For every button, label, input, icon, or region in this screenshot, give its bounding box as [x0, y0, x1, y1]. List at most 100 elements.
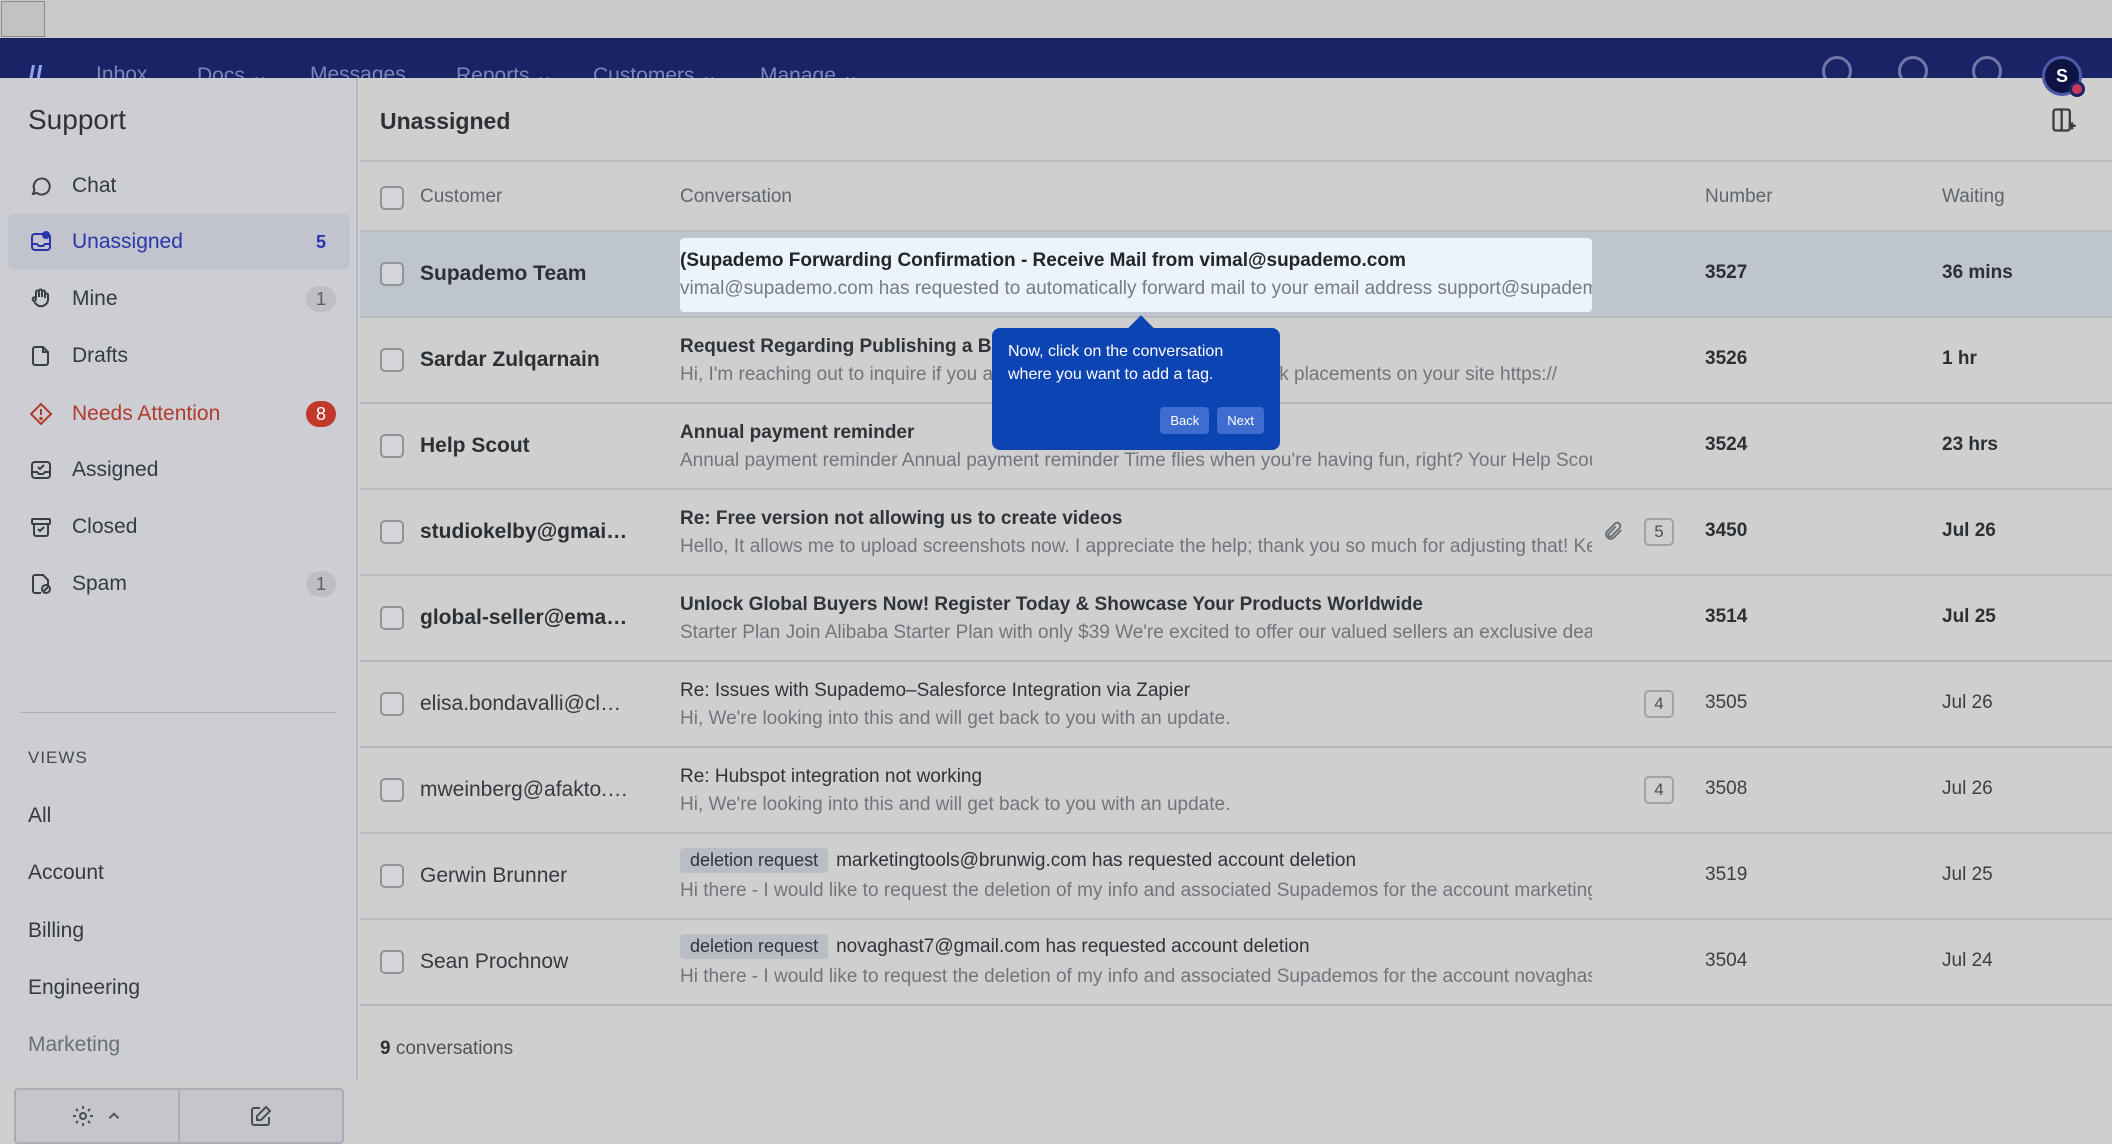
main-panel: Unassigned Customer Conversation Number …: [360, 78, 2112, 1080]
conversation-number: 3505: [1705, 692, 1748, 713]
row-checkbox[interactable]: [380, 950, 404, 974]
row-checkbox[interactable]: [380, 778, 404, 802]
conversation-subject: Re: Free version not allowing us to crea…: [680, 508, 1123, 529]
app-logo-icon[interactable]: //: [28, 60, 42, 78]
sidebar-item-label: Spam: [72, 572, 127, 595]
conversation-subject: Unlock Global Buyers Now! Register Today…: [680, 594, 1423, 615]
sidebar-item-label: Assigned: [72, 458, 159, 481]
customer-name: Gerwin Brunner: [420, 864, 568, 887]
avatar[interactable]: S: [2042, 56, 2085, 97]
sidebar-item-label: Chat: [72, 174, 117, 197]
tag-badge[interactable]: deletion request: [680, 934, 829, 959]
waiting-time: Jul 26: [1942, 778, 1993, 799]
sidebar-title: Support: [28, 104, 127, 135]
sidebar-item-spam[interactable]: Spam 1: [8, 556, 350, 612]
sidebar-item-unassigned[interactable]: Unassigned 5: [8, 214, 350, 270]
conversation-preview: Hi there - I would like to request the d…: [680, 880, 1592, 901]
conversation-count: 9 conversations: [380, 1038, 513, 1060]
conversation-number: 3519: [1705, 864, 1748, 885]
paperclip-icon: [1605, 521, 1622, 540]
waiting-time: Jul 25: [1942, 864, 1993, 885]
column-conversation[interactable]: Conversation: [680, 186, 792, 208]
table-row[interactable]: studiokelby@gmail.com Re: Free version n…: [360, 490, 2112, 576]
sidebar-item-needs-attention[interactable]: Needs Attention 8: [8, 386, 350, 442]
select-all-checkbox[interactable]: [380, 186, 404, 210]
column-number[interactable]: Number: [1705, 186, 1773, 208]
nav-messages[interactable]: Messages: [310, 63, 406, 78]
table-header: Customer Conversation Number Waiting: [360, 160, 2112, 232]
tooltip-back-button[interactable]: Back: [1160, 407, 1210, 434]
sidebar-item-label: Needs Attention: [72, 402, 221, 425]
conversation-subject: Re: Issues with Supademo–Salesforce Inte…: [680, 680, 1191, 701]
nav-customers[interactable]: Customers ⌄: [593, 63, 718, 78]
view-engineering[interactable]: Engineering: [28, 976, 140, 1000]
view-all[interactable]: All: [28, 804, 51, 828]
sidebar: Support Chat Unassigned 5 Mine 1 Drafts …: [0, 78, 358, 1144]
waiting-time: Jul 24: [1942, 950, 1993, 971]
count-badge: 1: [306, 571, 336, 597]
waiting-time: Jul 26: [1942, 692, 1993, 713]
conversation-number: 3504: [1705, 950, 1748, 971]
conversation-preview: Hello, It allows me to upload screenshot…: [680, 536, 1592, 557]
row-checkbox[interactable]: [380, 692, 404, 716]
compose-icon: [251, 1105, 272, 1126]
table-row[interactable]: Supademo Team (Supademo Forwarding Confi…: [360, 232, 2112, 318]
page-title: Unassigned: [380, 108, 511, 134]
row-checkbox[interactable]: [380, 520, 404, 544]
row-checkbox[interactable]: [380, 262, 404, 286]
settings-button[interactable]: [16, 1090, 180, 1142]
window-control-box[interactable]: [1, 1, 45, 37]
nav-reports[interactable]: Reports ⌄: [456, 63, 553, 78]
sidebar-item-chat[interactable]: Chat: [8, 158, 350, 214]
conversation-number: 3526: [1705, 348, 1748, 369]
conversation-subject: Annual payment reminder: [680, 422, 915, 443]
nav-inbox[interactable]: Inbox: [96, 63, 147, 78]
customer-name: Sean Prochnow: [420, 950, 569, 973]
sidebar-item-label: Drafts: [72, 344, 129, 367]
column-waiting[interactable]: Waiting: [1942, 186, 2005, 208]
waiting-time: Jul 26: [1942, 520, 1996, 541]
table-row[interactable]: mweinberg@afakto.com Re: Hubspot integra…: [360, 748, 2112, 834]
sidebar-item-assigned[interactable]: Assigned: [8, 442, 350, 498]
compose-button[interactable]: [180, 1090, 342, 1142]
tooltip-next-button[interactable]: Next: [1217, 407, 1264, 434]
chat-bubble-icon: [28, 173, 54, 199]
view-account[interactable]: Account: [28, 861, 104, 885]
tooltip-text: Now, click on the conversation where you…: [1008, 343, 1224, 383]
customer-name: Sardar Zulqarnain: [420, 348, 600, 371]
conversation-preview: Hi there - I would like to request the d…: [680, 966, 1592, 987]
bell-icon[interactable]: [1822, 56, 1852, 78]
column-customer[interactable]: Customer: [420, 186, 502, 208]
thread-count-badge: 4: [1644, 690, 1674, 718]
customer-name: studiokelby@gmail.com: [420, 520, 630, 543]
nav-docs[interactable]: Docs ⌄: [197, 63, 268, 78]
conversation-subject-line: deletion request novaghast7@gmail.com has…: [680, 934, 1310, 959]
layout-add-icon[interactable]: [2050, 106, 2078, 134]
sidebar-item-closed[interactable]: Closed: [8, 499, 350, 555]
view-billing[interactable]: Billing: [28, 919, 84, 943]
conversation-number: 3450: [1705, 520, 1748, 541]
search-icon[interactable]: [1972, 56, 2002, 78]
focused-conversation[interactable]: (Supademo Forwarding Confirmation - Rece…: [680, 238, 1592, 312]
sidebar-item-drafts[interactable]: Drafts: [8, 328, 350, 384]
sidebar-toolbar: [14, 1088, 344, 1144]
row-checkbox[interactable]: [380, 864, 404, 888]
table-row[interactable]: Gerwin Brunner deletion request marketing…: [360, 834, 2112, 920]
tag-badge[interactable]: deletion request: [680, 848, 829, 873]
conversation-number: 3514: [1705, 606, 1748, 627]
waiting-time: 23 hrs: [1942, 434, 1998, 455]
table-row[interactable]: elisa.bondavalli@cloud.com Re: Issues wi…: [360, 662, 2112, 748]
row-checkbox[interactable]: [380, 434, 404, 458]
nav-manage[interactable]: Manage ⌄: [760, 63, 859, 78]
table-row[interactable]: Sean Prochnow deletion request novaghast7…: [360, 920, 2112, 1006]
view-marketing[interactable]: Marketing: [28, 1033, 120, 1057]
table-row[interactable]: global-seller@email.alibaba.com Unlock G…: [360, 576, 2112, 662]
help-icon[interactable]: [1898, 56, 1928, 78]
sidebar-item-mine[interactable]: Mine 1: [8, 271, 350, 327]
guide-tooltip: Now, click on the conversation where you…: [992, 315, 1280, 450]
row-checkbox[interactable]: [380, 606, 404, 630]
inbox-user-icon: [28, 229, 54, 255]
conversation-count-number: 9: [380, 1038, 391, 1059]
row-checkbox[interactable]: [380, 348, 404, 372]
chevron-up-icon: [108, 1112, 120, 1119]
